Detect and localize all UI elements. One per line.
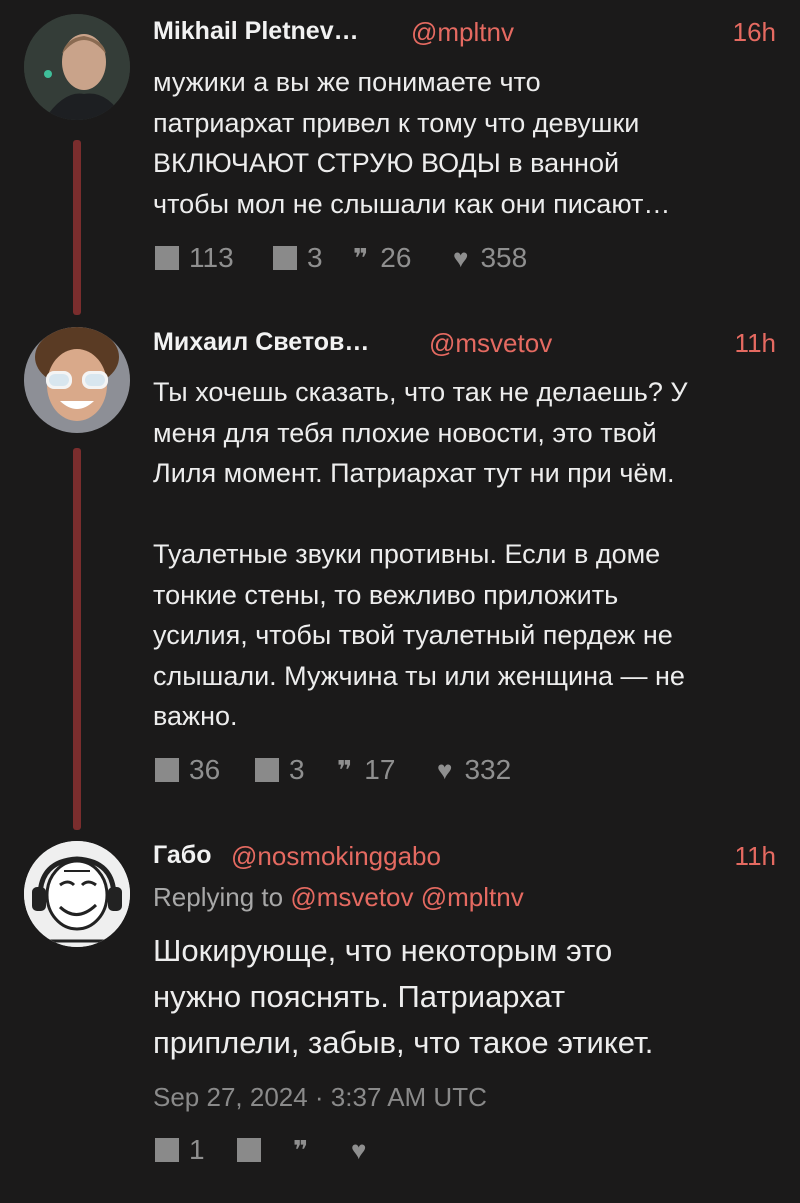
tweet-time[interactable]: 16h (733, 17, 776, 48)
quote-count: 26 (380, 242, 412, 273)
tweet-time[interactable]: 11h (735, 328, 776, 359)
reply-count: 36 (189, 754, 221, 785)
retweet-icon (255, 758, 279, 782)
comment-icon (155, 246, 179, 270)
reply-button[interactable]: 36 (155, 750, 220, 790)
like-button[interactable]: ♥ (351, 1130, 378, 1170)
retweet-icon (273, 246, 297, 270)
quote-button[interactable]: ❞ 26 (353, 238, 411, 278)
quote-button[interactable]: ❞ 17 (337, 750, 395, 790)
retweet-button[interactable] (237, 1130, 271, 1170)
quote-count: 17 (364, 754, 396, 785)
reply-button[interactable]: 113 (155, 238, 234, 278)
author-handle[interactable]: @nosmokinggabo (231, 841, 441, 872)
reply-button[interactable]: 1 (155, 1130, 205, 1170)
replying-to-label: Replying to (153, 882, 284, 912)
retweet-button[interactable]: 3 (255, 750, 305, 790)
tweet-date[interactable]: Sep 27, 2024 · 3:37 AM UTC (153, 1082, 487, 1113)
like-button[interactable]: ♥ 358 (453, 238, 527, 278)
retweet-count: 3 (289, 754, 305, 785)
like-count: 358 (480, 242, 528, 273)
quote-icon: ❞ (337, 754, 352, 785)
avatar[interactable] (24, 327, 130, 433)
tweet-text: Ты хочешь сказать, что так не делаешь? У… (153, 377, 688, 731)
quote-button[interactable]: ❞ (293, 1130, 320, 1170)
comment-icon (155, 1138, 179, 1162)
reply-count: 113 (189, 242, 234, 273)
retweet-button[interactable]: 3 (273, 238, 323, 278)
heart-icon: ♥ (453, 242, 469, 273)
like-button[interactable]: ♥ 332 (437, 750, 511, 790)
tweet-time[interactable]: 11h (735, 841, 776, 872)
retweet-icon (237, 1138, 261, 1162)
tweet-text: Шокирующе, что некоторым это нужно поясн… (153, 933, 654, 1060)
comment-icon (155, 758, 179, 782)
author-name[interactable]: Михаил Светов… (153, 328, 369, 357)
author-name[interactable]: Габо (153, 841, 211, 870)
avatar[interactable] (24, 14, 130, 120)
like-count: 332 (464, 754, 512, 785)
avatar[interactable] (24, 841, 130, 947)
thread-line (73, 448, 81, 830)
tweet[interactable]: Mikhail Pletnev… @mpltnv 16h мужики а вы… (0, 0, 800, 300)
author-handle[interactable]: @msvetov (429, 328, 552, 359)
reply-count: 1 (189, 1134, 205, 1165)
replying-to-handles[interactable]: @msvetov @mpltnv (290, 882, 523, 912)
replying-to: Replying to @msvetov @mpltnv (153, 882, 524, 913)
quote-icon: ❞ (293, 1134, 308, 1165)
heart-icon: ♥ (437, 754, 453, 785)
author-name[interactable]: Mikhail Pletnev… (153, 17, 359, 46)
retweet-count: 3 (307, 242, 323, 273)
heart-icon: ♥ (351, 1134, 367, 1165)
author-handle[interactable]: @mpltnv (411, 17, 514, 48)
quote-icon: ❞ (353, 242, 368, 273)
tweet-text: мужики а вы же понимаете что патриархат … (153, 67, 671, 219)
